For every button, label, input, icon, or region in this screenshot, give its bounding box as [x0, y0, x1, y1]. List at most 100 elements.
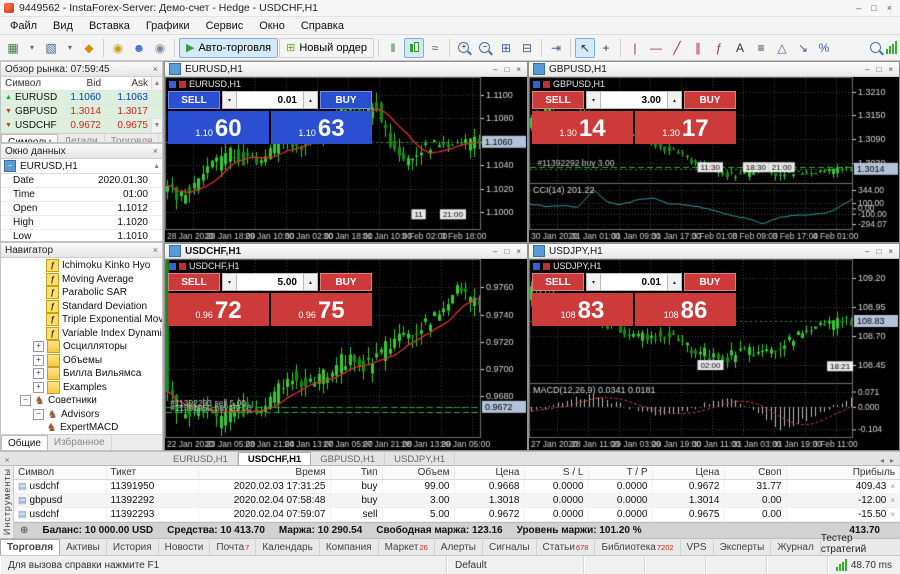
- one-click-trading-panel[interactable]: SELL▾5.00▴BUY0.96720.9675: [168, 273, 372, 326]
- terminal-tab-история[interactable]: История: [107, 540, 159, 555]
- menu-item-1[interactable]: Вид: [45, 19, 81, 33]
- terminal-col-6[interactable]: S / L: [524, 466, 588, 480]
- chart-window-titlebar[interactable]: EURUSD,H1–□×: [165, 62, 527, 77]
- sell-button[interactable]: SELL: [168, 273, 220, 291]
- sell-price[interactable]: 1.3014: [532, 111, 633, 144]
- autotrade-button[interactable]: ▶Авто-торговля: [179, 38, 278, 58]
- chart-maximize-icon[interactable]: □: [876, 247, 881, 256]
- menu-item-2[interactable]: Вставка: [81, 19, 138, 33]
- chart-area-eurusd[interactable]: EURUSD,H1SELL▾0.01▴BUY1.10601.1063: [165, 77, 527, 242]
- crosshair-icon[interactable]: +: [596, 38, 616, 58]
- data-window-symbol-row[interactable]: ~ EURUSD,H1 ▲: [1, 159, 162, 174]
- horizontal-line-icon[interactable]: —: [646, 38, 666, 58]
- navigator-item[interactable]: ƒParabolic SAR: [1, 286, 162, 300]
- terminal-tab-новости[interactable]: Новости: [159, 540, 211, 555]
- sell-price[interactable]: 0.9672: [168, 293, 269, 326]
- close-position-icon[interactable]: ×: [886, 482, 895, 491]
- vertical-line-icon[interactable]: |: [625, 38, 645, 58]
- new-order-button[interactable]: ⊞Новый ордер: [279, 38, 374, 58]
- terminal-tab-vps[interactable]: VPS: [681, 540, 714, 555]
- chart-minimize-icon[interactable]: –: [493, 65, 497, 74]
- terminal-tab-статьи[interactable]: Статьи678: [537, 540, 596, 555]
- volume-value[interactable]: 0.01: [601, 273, 667, 291]
- terminal-tab-сигналы[interactable]: Сигналы: [483, 540, 537, 555]
- chart-minimize-icon[interactable]: –: [493, 247, 497, 256]
- chart-area-usdchf[interactable]: USDCHF,H1SELL▾5.00▴BUY0.96720.9675: [165, 259, 527, 450]
- new-chart-dropdown-icon[interactable]: ▾: [24, 38, 40, 58]
- chart-tab-2[interactable]: GBPUSD,H1: [311, 453, 385, 465]
- navigator-item[interactable]: ƒTriple Exponential Movin: [1, 313, 162, 327]
- terminal-col-10[interactable]: Прибыль: [786, 466, 900, 480]
- cursor-icon[interactable]: ↖: [575, 38, 595, 58]
- navigator-item[interactable]: −♞Советники: [1, 394, 162, 408]
- status-profile[interactable]: Default: [447, 556, 584, 574]
- scroll-up-icon[interactable]: ▲: [151, 77, 162, 90]
- navigator-item[interactable]: +Билла Вильямса: [1, 367, 162, 381]
- one-click-trading-panel[interactable]: SELL▾0.01▴BUY1088310886: [532, 273, 736, 326]
- menu-item-6[interactable]: Справка: [293, 19, 352, 33]
- volume-stepper[interactable]: ▾0.01▴: [222, 91, 318, 109]
- terminal-tab-календарь[interactable]: Календарь: [256, 540, 319, 555]
- position-row[interactable]: ▤usdchf113922932020.02.04 07:59:07sell5.…: [14, 508, 900, 522]
- chart-tab-1[interactable]: USDCHF,H1: [238, 452, 311, 465]
- line-chart-icon[interactable]: ≈: [425, 38, 445, 58]
- chart-minimize-icon[interactable]: –: [865, 65, 869, 74]
- buy-button[interactable]: BUY: [684, 273, 736, 291]
- buy-price[interactable]: 1.3017: [635, 111, 736, 144]
- tabs-scroll-right-icon[interactable]: ▸: [890, 456, 894, 465]
- new-chart-icon[interactable]: ▦: [3, 38, 23, 58]
- volume-down-icon[interactable]: ▾: [222, 91, 237, 109]
- market-watch-row[interactable]: ▼USDCHF0.96720.9675▼: [1, 119, 162, 133]
- one-click-trading-panel[interactable]: SELL▾0.01▴BUY1.10601.1063: [168, 91, 372, 144]
- navigator-item[interactable]: ♞ExpertMACD: [1, 421, 162, 434]
- expand-plus-icon[interactable]: +: [33, 355, 44, 366]
- market-watch-row[interactable]: ▲EURUSD1.10601.1063: [1, 91, 162, 105]
- trendline-icon[interactable]: ╱: [667, 38, 687, 58]
- toolbox-icon[interactable]: ◆: [79, 38, 99, 58]
- profiles-dropdown-icon[interactable]: ▾: [62, 38, 78, 58]
- terminal-tab-активы[interactable]: Активы: [60, 540, 107, 555]
- chart-tabs-close-icon[interactable]: ×: [0, 455, 14, 465]
- chart-window-titlebar[interactable]: GBPUSD,H1–□×: [529, 62, 899, 77]
- label-icon[interactable]: ≡: [751, 38, 771, 58]
- buy-button[interactable]: BUY: [320, 91, 372, 109]
- accounts-icon[interactable]: ☻: [129, 38, 149, 58]
- terminal-col-8[interactable]: Цена: [652, 466, 724, 480]
- close-position-icon[interactable]: ×: [886, 510, 895, 519]
- chart-area-gbpusd[interactable]: GBPUSD,H1SELL▾3.00▴BUY1.30141.3017: [529, 77, 899, 242]
- chart-close-icon[interactable]: ×: [888, 247, 893, 256]
- navigator-item[interactable]: +Examples: [1, 381, 162, 395]
- toolbox-side-strip[interactable]: Инструменты: [0, 466, 14, 538]
- signals-icon[interactable]: ◉: [150, 38, 170, 58]
- terminal-col-7[interactable]: T / P: [588, 466, 652, 480]
- window-close-button[interactable]: ×: [887, 3, 892, 13]
- channel-icon[interactable]: ∥: [688, 38, 708, 58]
- sell-price[interactable]: 10883: [532, 293, 633, 326]
- chart-minimize-icon[interactable]: –: [865, 247, 869, 256]
- volume-stepper[interactable]: ▾3.00▴: [586, 91, 682, 109]
- market-watch-close-icon[interactable]: ×: [153, 64, 158, 74]
- navigator-tab-1[interactable]: Избранное: [48, 435, 112, 450]
- menu-item-3[interactable]: Графики: [138, 19, 198, 33]
- sell-button[interactable]: SELL: [532, 273, 584, 291]
- volume-value[interactable]: 5.00: [237, 273, 303, 291]
- data-window-close-icon[interactable]: ×: [153, 146, 158, 156]
- chart-close-icon[interactable]: ×: [516, 247, 521, 256]
- close-position-icon[interactable]: ×: [886, 496, 895, 505]
- position-row[interactable]: ▤usdchf113919502020.02.03 17:31:25buy99.…: [14, 480, 900, 494]
- deposit-icon[interactable]: ◉: [108, 38, 128, 58]
- auto-shift-icon[interactable]: ⇥: [546, 38, 566, 58]
- volume-stepper[interactable]: ▾5.00▴: [222, 273, 318, 291]
- percent-icon[interactable]: %: [814, 38, 834, 58]
- volume-up-icon[interactable]: ▴: [667, 273, 682, 291]
- volume-down-icon[interactable]: ▾: [586, 91, 601, 109]
- text-icon[interactable]: A: [730, 38, 750, 58]
- window-maximize-button[interactable]: □: [871, 3, 876, 13]
- fibonacci-icon[interactable]: ƒ: [709, 38, 729, 58]
- collapse-minus-icon[interactable]: −: [20, 395, 31, 406]
- zoom-in-icon[interactable]: +: [454, 38, 474, 58]
- position-row[interactable]: ▤gbpusd113922922020.02.04 07:58:48buy3.0…: [14, 494, 900, 508]
- terminal-tab-библиотека[interactable]: Библиотека7202: [595, 540, 680, 555]
- navigator-item[interactable]: +Объемы: [1, 354, 162, 368]
- terminal-col-3[interactable]: Тип: [330, 466, 382, 480]
